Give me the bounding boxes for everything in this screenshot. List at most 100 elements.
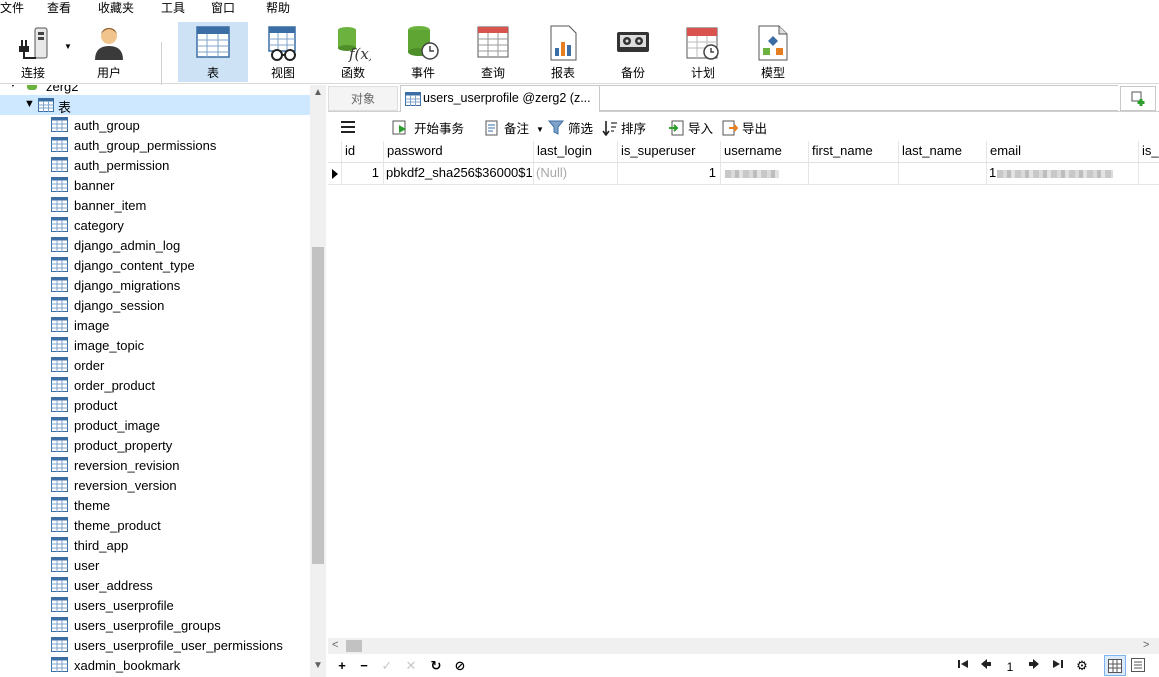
tree-table-item[interactable]: order: [0, 355, 310, 375]
function-button[interactable]: f(x) 函数: [320, 22, 386, 82]
event-button[interactable]: 事件: [390, 22, 456, 82]
column-header-is-staff[interactable]: is_: [1139, 141, 1159, 163]
tree-table-item[interactable]: third_app: [0, 535, 310, 555]
scrollbar-thumb[interactable]: [312, 247, 324, 564]
chevron-down-icon[interactable]: ▼: [8, 85, 18, 90]
tree-table-item[interactable]: reversion_version: [0, 475, 310, 495]
tree-table-item[interactable]: image: [0, 315, 310, 335]
add-record-icon[interactable]: +: [336, 658, 348, 674]
column-header-username[interactable]: username: [721, 141, 809, 163]
new-object-button[interactable]: [1120, 86, 1156, 111]
menu-icon[interactable]: [340, 118, 360, 140]
tree-table-item[interactable]: category: [0, 215, 310, 235]
column-header-first-name[interactable]: first_name: [809, 141, 899, 163]
scroll-right-icon[interactable]: >: [1143, 639, 1149, 651]
column-header-id[interactable]: id: [342, 141, 384, 163]
cell-last-name[interactable]: [899, 163, 987, 185]
menu-window[interactable]: 窗口: [211, 0, 235, 18]
column-header-last-name[interactable]: last_name: [899, 141, 987, 163]
note-button[interactable]: 备注 ▼: [484, 118, 546, 140]
scroll-left-icon[interactable]: <: [332, 639, 338, 651]
tree-table-item[interactable]: product: [0, 395, 310, 415]
grid-view-button[interactable]: [1104, 655, 1126, 676]
tree-table-item[interactable]: xadmin_bookmark: [0, 655, 310, 675]
tree-table-item[interactable]: user_address: [0, 575, 310, 595]
last-page-icon[interactable]: [1051, 658, 1065, 674]
scrollbar-thumb[interactable]: [346, 640, 362, 652]
tree-table-item[interactable]: users_userprofile: [0, 595, 310, 615]
settings-gear-icon[interactable]: ⚙: [1075, 658, 1089, 674]
stop-icon[interactable]: ⊘: [453, 658, 467, 674]
model-button[interactable]: 模型: [740, 22, 806, 82]
column-header-is-superuser[interactable]: is_superuser: [618, 141, 721, 163]
column-header-email[interactable]: email: [987, 141, 1139, 163]
cell-first-name[interactable]: [809, 163, 899, 185]
column-header-password[interactable]: password: [384, 141, 534, 163]
begin-transaction-button[interactable]: 开始事务: [392, 118, 472, 140]
cell-username[interactable]: [721, 163, 809, 185]
tree-table-item[interactable]: image_topic: [0, 335, 310, 355]
chevron-down-icon[interactable]: ▼: [536, 120, 544, 140]
cell-is-superuser[interactable]: 1: [618, 163, 721, 185]
discard-changes-icon[interactable]: ✕: [405, 658, 417, 674]
cell-id[interactable]: 1: [342, 163, 384, 185]
tree-table-item[interactable]: banner: [0, 175, 310, 195]
user-button[interactable]: 用户: [76, 22, 142, 82]
tab-objects[interactable]: 对象: [328, 86, 398, 111]
schedule-button[interactable]: 计划: [670, 22, 736, 82]
backup-button[interactable]: 备份: [600, 22, 666, 82]
tab-users-userprofile[interactable]: users_userprofile @zerg2 (z...: [400, 85, 600, 112]
refresh-icon[interactable]: ↻: [429, 658, 443, 674]
sidebar-scrollbar[interactable]: ▲ ▼: [310, 85, 326, 677]
scroll-up-icon[interactable]: ▲: [313, 87, 323, 98]
tree-table-item[interactable]: users_userprofile_user_permissions: [0, 635, 310, 655]
sort-button[interactable]: 排序: [602, 118, 652, 140]
menu-favorites[interactable]: 收藏夹: [98, 0, 134, 18]
cell-email[interactable]: 1: [987, 163, 1139, 185]
delete-record-icon[interactable]: −: [358, 658, 370, 674]
menu-file[interactable]: 文件: [0, 0, 24, 18]
report-button[interactable]: 报表: [530, 22, 596, 82]
tree-table-item[interactable]: django_content_type: [0, 255, 310, 275]
tree-table-item[interactable]: users_userprofile_groups: [0, 615, 310, 635]
view-button[interactable]: 视图: [250, 22, 316, 82]
scroll-down-icon[interactable]: ▼: [313, 660, 323, 671]
connect-dropdown-icon[interactable]: ▼: [64, 42, 72, 51]
connect-button[interactable]: 连接 ▼: [0, 22, 72, 82]
next-page-icon[interactable]: [1027, 658, 1041, 674]
table-button[interactable]: 表: [178, 22, 248, 82]
page-number[interactable]: 1: [998, 657, 1022, 676]
tree-table-item[interactable]: theme_product: [0, 515, 310, 535]
menu-help[interactable]: 帮助: [266, 0, 290, 18]
menu-tools[interactable]: 工具: [161, 0, 185, 18]
cell-is-staff[interactable]: [1139, 163, 1159, 185]
tree-table-item[interactable]: auth_group_permissions: [0, 135, 310, 155]
tree-table-item[interactable]: user: [0, 555, 310, 575]
tree-table-item[interactable]: banner_item: [0, 195, 310, 215]
tree-table-item[interactable]: reversion_revision: [0, 455, 310, 475]
tree-table-item[interactable]: auth_permission: [0, 155, 310, 175]
first-page-icon[interactable]: [956, 658, 970, 674]
previous-page-icon[interactable]: [979, 658, 993, 674]
menu-view[interactable]: 查看: [47, 0, 71, 18]
import-button[interactable]: 导入: [668, 118, 716, 140]
tree-table-item[interactable]: product_image: [0, 415, 310, 435]
tree-tables-node[interactable]: ▼ 表: [0, 95, 310, 115]
current-row-indicator[interactable]: [328, 163, 342, 185]
cell-password[interactable]: pbkdf2_sha256$36000$1r: [384, 163, 534, 185]
tree-table-item[interactable]: django_admin_log: [0, 235, 310, 255]
form-view-button[interactable]: [1128, 655, 1150, 676]
column-header-last-login[interactable]: last_login: [534, 141, 618, 163]
tree-table-item[interactable]: product_property: [0, 435, 310, 455]
grid-horizontal-scrollbar[interactable]: < >: [328, 638, 1159, 654]
tree-table-item[interactable]: order_product: [0, 375, 310, 395]
cell-last-login[interactable]: (Null): [534, 163, 618, 185]
tree-database-node[interactable]: ▼ zerg2: [0, 85, 310, 95]
apply-changes-icon[interactable]: ✓: [381, 658, 393, 674]
query-button[interactable]: 查询: [460, 22, 526, 82]
export-button[interactable]: 导出: [722, 118, 770, 140]
tree-table-item[interactable]: django_session: [0, 295, 310, 315]
tree-table-item[interactable]: auth_group: [0, 115, 310, 135]
tree-table-item[interactable]: django_migrations: [0, 275, 310, 295]
chevron-down-icon[interactable]: ▼: [24, 98, 35, 110]
